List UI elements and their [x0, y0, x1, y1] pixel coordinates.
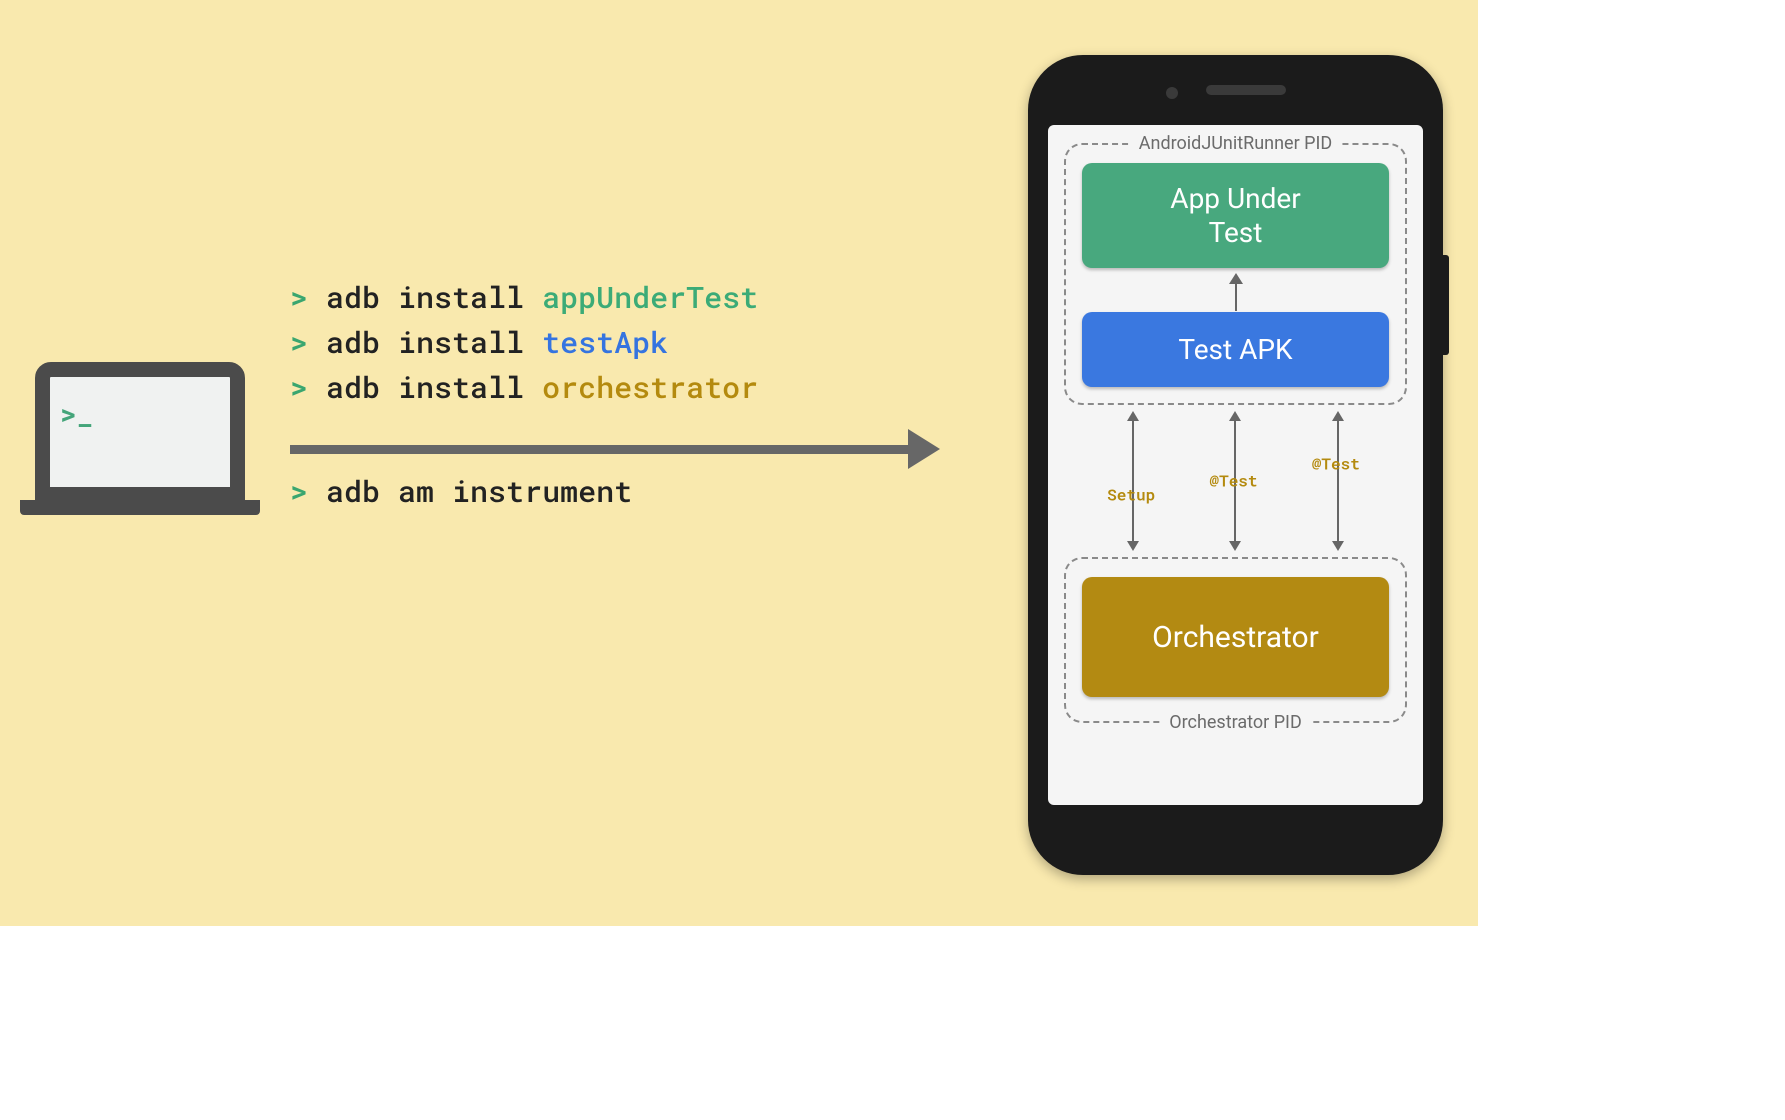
laptop-screen: >_ — [35, 362, 245, 502]
command-arg: testApk — [542, 323, 668, 362]
junit-runner-process-box: AndroidJUnitRunner PID App Under Test Te… — [1064, 143, 1407, 405]
laptop-prompt-text: >_ — [60, 395, 94, 432]
test-arrow-2-icon: @Test — [1298, 411, 1378, 551]
interaction-arrows: Setup @Test @Test — [1064, 411, 1407, 551]
orchestrator-pid-label: Orchestrator PID — [1161, 712, 1310, 733]
test-arrow-1-icon: @Test — [1195, 411, 1275, 551]
command: adb install — [326, 368, 524, 407]
test-label-2: @Test — [1312, 454, 1360, 475]
command: adb install — [326, 278, 524, 317]
arrow-up-icon — [1226, 273, 1246, 311]
laptop-base — [20, 500, 260, 515]
test-apk-label: Test APK — [1178, 333, 1292, 366]
flow-arrow-icon — [290, 437, 940, 461]
command-arg: orchestrator — [542, 368, 758, 407]
phone-icon: AndroidJUnitRunner PID App Under Test Te… — [1028, 55, 1443, 875]
diagram-canvas: >_ > adb install appUnderTest > adb inst… — [0, 0, 1478, 926]
orchestrator-label: Orchestrator — [1152, 620, 1319, 655]
prompt: > — [290, 323, 308, 362]
prompt: > — [290, 472, 308, 511]
setup-label: Setup — [1107, 485, 1155, 506]
app-under-test-label: App Under Test — [1156, 182, 1316, 249]
phone-side-button-icon — [1443, 255, 1449, 355]
app-under-test-chip: App Under Test — [1082, 163, 1389, 268]
command-line-3: > adb install orchestrator — [290, 365, 930, 410]
command-arg: appUnderTest — [542, 278, 758, 317]
laptop-icon: >_ — [20, 362, 260, 547]
command: adb install — [326, 323, 524, 362]
orchestrator-chip: Orchestrator — [1082, 577, 1389, 697]
test-apk-chip: Test APK — [1082, 312, 1389, 387]
command-line-1: > adb install appUnderTest — [290, 275, 930, 320]
phone-camera-icon — [1166, 87, 1178, 99]
orchestrator-process-box: Orchestrator Orchestrator PID — [1064, 557, 1407, 723]
command-line-2: > adb install testApk — [290, 320, 930, 365]
command-block: > adb install appUnderTest > adb install… — [290, 275, 930, 410]
prompt: > — [290, 278, 308, 317]
command: adb am instrument — [326, 472, 632, 511]
phone-screen: AndroidJUnitRunner PID App Under Test Te… — [1048, 125, 1423, 805]
prompt: > — [290, 368, 308, 407]
command-line-4: > adb am instrument — [290, 472, 632, 511]
junit-runner-pid-label: AndroidJUnitRunner PID — [1131, 133, 1340, 154]
setup-arrow-icon: Setup — [1093, 411, 1173, 551]
phone-speaker-icon — [1206, 85, 1286, 95]
test-label-1: @Test — [1209, 471, 1257, 492]
